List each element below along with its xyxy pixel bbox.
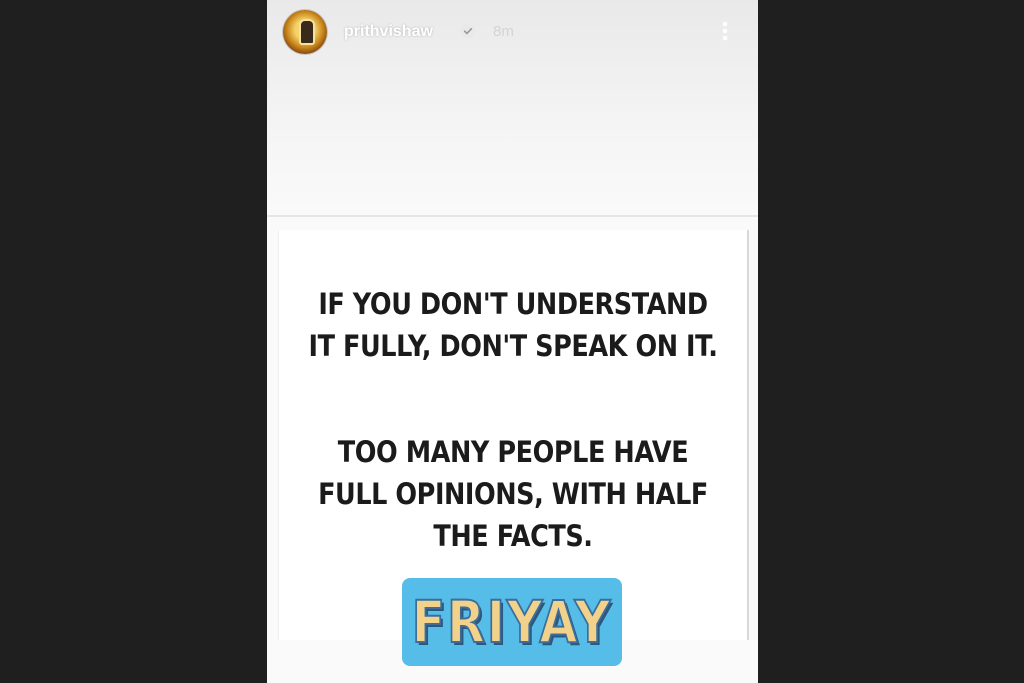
- story-viewer[interactable]: prithvishaw 8m IF YOU DON'T UNDERSTAND I…: [267, 0, 758, 683]
- divider: [267, 215, 758, 217]
- quote-paragraph-2: TOO MANY PEOPLE HAVE FULL OPINIONS, WITH…: [307, 431, 719, 557]
- quote-line: FULL OPINIONS, WITH HALF: [318, 477, 708, 511]
- quote-line: THE FACTS.: [433, 519, 593, 553]
- quote-line: TOO MANY PEOPLE HAVE: [337, 435, 689, 469]
- story-header: prithvishaw 8m: [267, 0, 758, 62]
- quote-line: IT FULLY, DON'T SPEAK ON IT.: [308, 329, 718, 363]
- avatar-figure: [299, 19, 315, 45]
- username[interactable]: prithvishaw: [344, 23, 433, 41]
- avatar[interactable]: [283, 10, 327, 54]
- sticker-text: FRIYAY: [411, 587, 613, 657]
- verified-badge-icon: [460, 23, 476, 39]
- friyay-sticker[interactable]: FRIYAY: [402, 578, 622, 666]
- more-vertical-icon[interactable]: [715, 16, 735, 46]
- quote-line: IF YOU DON'T UNDERSTAND: [318, 287, 708, 321]
- quote-paragraph-1: IF YOU DON'T UNDERSTAND IT FULLY, DON'T …: [307, 283, 719, 367]
- post-time: 8m: [493, 23, 514, 40]
